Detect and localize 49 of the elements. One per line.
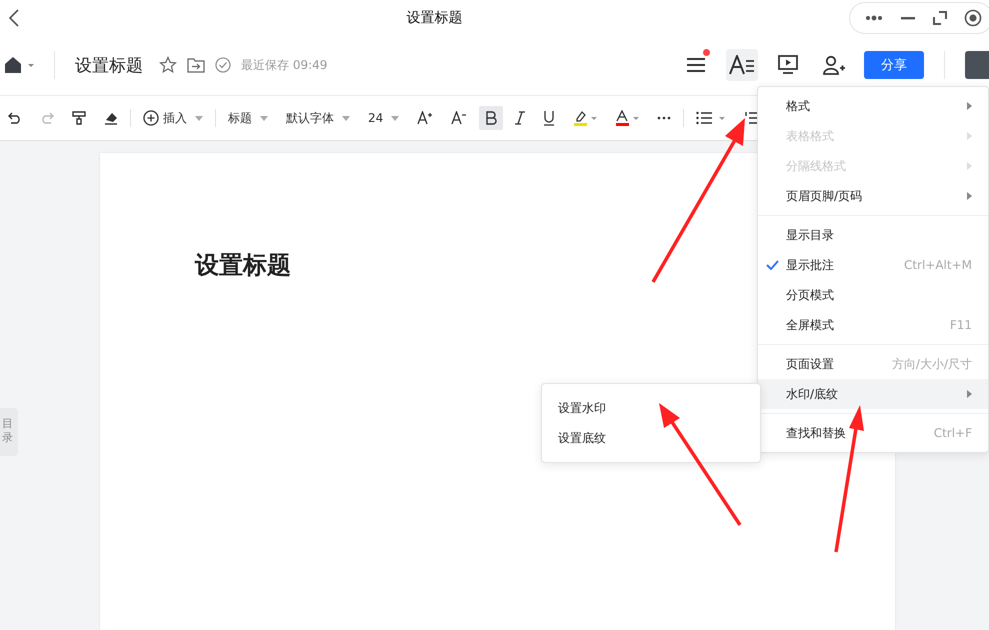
shortcut-label: 方向/大小/尺寸: [892, 356, 972, 372]
eraser-icon[interactable]: [104, 111, 118, 125]
font-dropdown[interactable]: 默认字体: [286, 110, 350, 126]
underline-icon[interactable]: [543, 110, 556, 126]
more-icon[interactable]: [864, 12, 884, 22]
submenu-item[interactable]: 设置水印: [542, 393, 760, 423]
shortcut-label: F11: [950, 318, 972, 332]
move-to-folder-icon[interactable]: [187, 57, 205, 73]
record-icon[interactable]: [964, 8, 982, 26]
menu-item[interactable]: 全屏模式 F11: [758, 310, 988, 340]
home-icon[interactable]: [4, 56, 34, 74]
save-status: 最近保存 09:49: [241, 56, 328, 74]
menu-item[interactable]: 查找和替换 Ctrl+F: [758, 418, 988, 448]
menu-icon: [686, 57, 706, 73]
menu-item[interactable]: 显示批注 Ctrl+Alt+M: [758, 250, 988, 280]
menu-item[interactable]: 显示目录: [758, 220, 988, 250]
paragraph-style-dropdown[interactable]: 标题: [228, 110, 268, 126]
format-painter-icon[interactable]: [72, 111, 86, 125]
star-icon[interactable]: [159, 56, 177, 74]
presentation-icon: [778, 55, 798, 75]
menu-item[interactable]: 格式: [758, 91, 988, 121]
document-heading: 设置标题: [195, 250, 291, 281]
menu-item[interactable]: 页面设置 方向/大小/尺寸: [758, 349, 988, 379]
italic-icon[interactable]: [515, 111, 526, 125]
add-user-icon: [823, 55, 845, 75]
font-size-dropdown[interactable]: 24: [368, 111, 400, 125]
submenu-item[interactable]: 设置底纹: [542, 423, 760, 453]
shortcut-label: Ctrl+F: [934, 426, 972, 440]
font-color-icon[interactable]: [615, 110, 640, 126]
restore-icon[interactable]: [932, 10, 948, 26]
more-icon[interactable]: [657, 116, 672, 120]
insert-button[interactable]: 插入: [143, 110, 203, 126]
decrease-font-size-icon[interactable]: [451, 111, 468, 125]
document-title[interactable]: 设置标题: [75, 54, 143, 76]
bullet-list-icon[interactable]: [696, 111, 726, 125]
shortcut-label: Ctrl+Alt+M: [904, 258, 972, 272]
window-title: 设置标题: [406, 8, 462, 26]
bold-icon[interactable]: [479, 106, 504, 130]
undo-icon[interactable]: [8, 112, 22, 124]
check-circle-icon: [215, 57, 231, 73]
highlight-icon[interactable]: [573, 110, 598, 126]
increase-font-size-icon[interactable]: [417, 111, 434, 125]
plus-circle-icon: [143, 110, 159, 126]
menu-item[interactable]: 页眉页脚/页码: [758, 181, 988, 211]
menu-item[interactable]: 分页模式: [758, 280, 988, 310]
text-format-icon: [729, 55, 755, 75]
text-format-button[interactable]: [726, 49, 758, 81]
share-button[interactable]: 分享: [864, 51, 924, 79]
menu-item[interactable]: 水印/底纹: [758, 379, 988, 409]
